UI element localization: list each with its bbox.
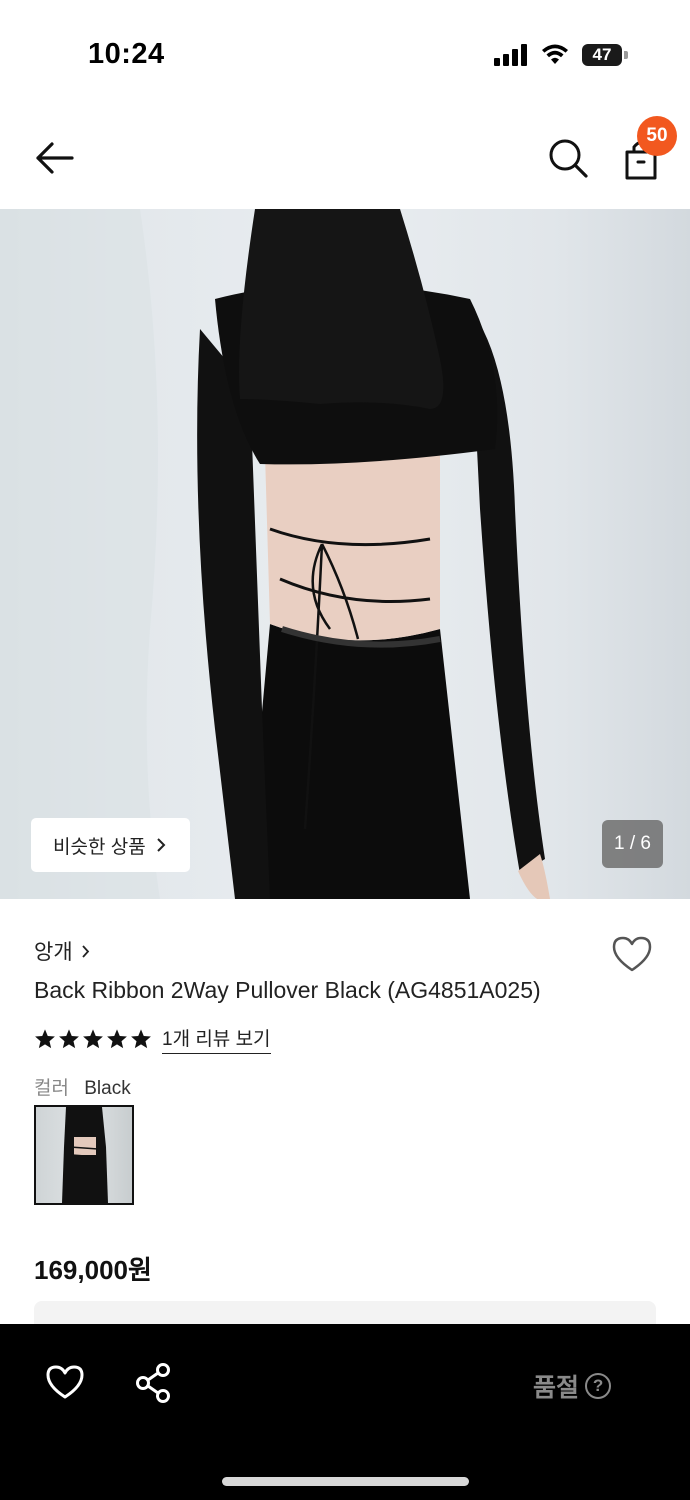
star-icon [35,1029,55,1049]
product-title: Back Ribbon 2Way Pullover Black (AG4851A… [34,977,541,1003]
similar-products-label: 비슷한 상품 [53,836,146,858]
chevron-right-icon [81,944,89,958]
product-price: 169,000원 [34,1255,152,1285]
product-photo [0,209,550,899]
heart-icon[interactable] [610,934,654,974]
search-icon[interactable] [546,136,590,180]
similar-products-button[interactable]: 비슷한 상품 [31,818,190,872]
image-page-indicator: 1 / 6 [602,820,663,868]
view-reviews-link[interactable]: 1개 리뷰 보기 [162,1024,271,1054]
chevron-right-icon [156,838,166,852]
product-image-carousel[interactable] [0,209,690,899]
heart-icon[interactable] [44,1362,86,1402]
wifi-icon [542,44,568,64]
battery-indicator: 47 [582,44,622,66]
brand-name: 앙개 [34,941,73,964]
top-header [0,110,690,206]
color-swatch-black[interactable] [34,1105,134,1205]
status-bar: 10:24 47 [0,0,690,100]
soldout-label: 품절 [533,1374,580,1402]
question-circle-icon[interactable]: ? [585,1373,612,1399]
swatch-thumbnail [62,1107,108,1203]
battery-cap [624,51,628,59]
signal-icon [494,44,528,66]
star-icon [59,1029,79,1049]
color-row: 컬러 Black [34,1073,131,1100]
rating-row: 1개 리뷰 보기 [34,1024,271,1054]
star-icon [107,1029,127,1049]
arrow-left-icon[interactable] [32,138,78,178]
rating-stars [34,1028,152,1050]
share-icon[interactable] [134,1362,174,1404]
cart-count-badge: 50 [637,116,677,156]
star-icon [83,1029,103,1049]
color-label: 컬러 [34,1078,69,1099]
color-value: Black [84,1078,131,1099]
star-icon [131,1029,151,1049]
soldout-status: 품절 ? [533,1368,612,1404]
status-time: 10:24 [88,38,165,70]
bottom-action-bar [0,1324,690,1500]
home-indicator [222,1477,469,1486]
brand-link[interactable]: 앙개 [34,936,90,966]
